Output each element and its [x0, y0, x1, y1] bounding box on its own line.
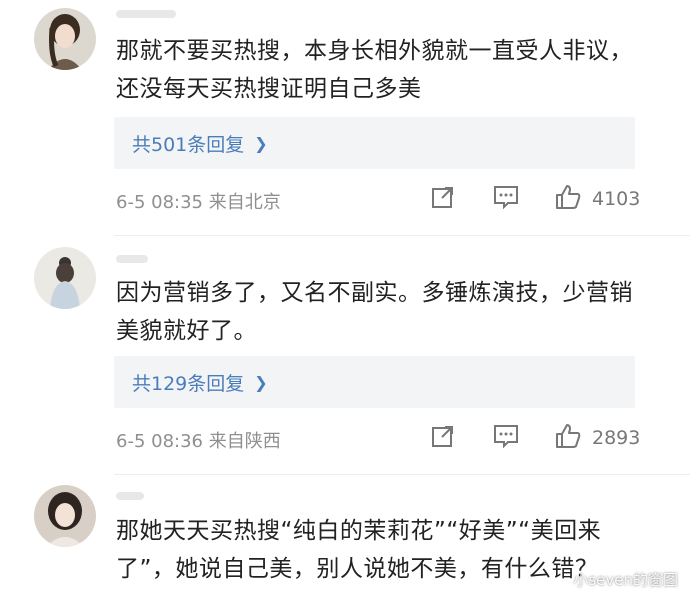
- comment-icon[interactable]: [492, 423, 520, 453]
- divider: [114, 235, 690, 236]
- watermark: 小seven的窗图: [573, 571, 678, 589]
- reply-count-label: 共501条回复: [132, 133, 245, 156]
- like-count: 2893: [592, 427, 641, 449]
- view-replies-link[interactable]: 共501条回复 ❯: [132, 130, 268, 157]
- comment-actions: 2893: [430, 422, 640, 454]
- chevron-right-icon: ❯: [254, 133, 268, 153]
- comment-text: 那就不要买热搜，本身长相外貌就一直受人非议，还没每天买热搜证明自己多美: [116, 38, 633, 102]
- username-placeholder[interactable]: [116, 492, 144, 500]
- view-replies-link[interactable]: 共129条回复 ❯: [132, 369, 268, 396]
- comment-text: 因为营销多了，又名不副实。多锤炼演技，少营销美貌就好了。: [116, 280, 633, 344]
- share-icon[interactable]: [430, 184, 456, 214]
- divider: [114, 474, 690, 475]
- share-icon[interactable]: [430, 423, 456, 453]
- chevron-right-icon: ❯: [254, 372, 268, 392]
- reply-count-label: 共129条回复: [132, 372, 245, 395]
- thumbs-up-icon[interactable]: [554, 422, 582, 454]
- username-placeholder[interactable]: [116, 10, 176, 18]
- like-count: 4103: [592, 188, 641, 210]
- comment-actions: 4103: [430, 183, 640, 215]
- comment-meta: 6-5 08:35 来自北京: [116, 192, 281, 213]
- avatar[interactable]: [34, 8, 96, 70]
- comment-meta: 6-5 08:36 来自陕西: [116, 431, 281, 452]
- reply-box[interactable]: 共129条回复 ❯: [114, 356, 635, 408]
- comment-icon[interactable]: [492, 184, 520, 214]
- thumbs-up-icon[interactable]: [554, 183, 582, 215]
- avatar[interactable]: [34, 485, 96, 547]
- reply-box[interactable]: 共501条回复 ❯: [114, 117, 635, 169]
- username-placeholder[interactable]: [116, 255, 148, 263]
- avatar[interactable]: [34, 247, 96, 309]
